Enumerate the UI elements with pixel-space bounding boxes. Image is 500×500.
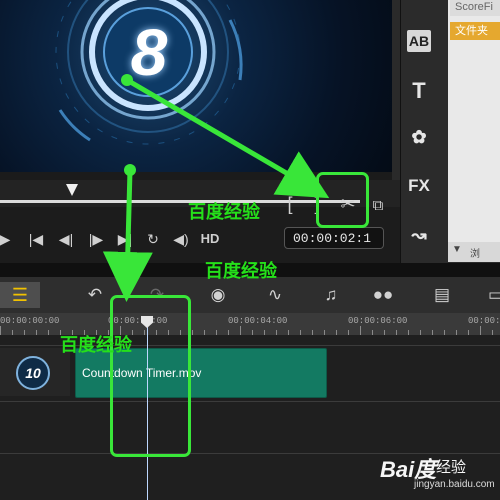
ruler-tick — [468, 330, 469, 335]
ruler-tick — [0, 326, 1, 335]
ruler-tick — [108, 330, 109, 335]
brand-url: jingyan.baidu.com — [414, 479, 495, 490]
ruler-tick — [60, 330, 61, 335]
arrow-to-cut — [125, 77, 330, 199]
ruler-tick — [300, 330, 301, 335]
highlight-box-cut — [316, 172, 369, 228]
ruler-tick — [396, 330, 397, 335]
ruler-tick — [240, 326, 241, 335]
ruler-tick — [264, 330, 265, 335]
ruler-tick — [96, 330, 97, 335]
ruler-tick — [132, 330, 133, 335]
ruler-tick — [288, 330, 289, 335]
watermark: 百度经验 — [205, 261, 277, 282]
ruler-tick — [444, 330, 445, 335]
ruler-tick — [180, 330, 181, 335]
ruler-tick — [492, 330, 493, 335]
arrow-origin-dot — [121, 74, 133, 86]
ruler-tick — [168, 330, 169, 335]
highlight-box-playhead — [110, 295, 191, 457]
ruler-tick — [120, 326, 121, 335]
ruler-tick — [324, 330, 325, 335]
brand-text: 经验 — [436, 459, 467, 476]
ruler-tick — [480, 326, 481, 335]
ruler-tick — [336, 330, 337, 335]
ruler-tick — [36, 330, 37, 335]
ruler-tick — [192, 330, 193, 335]
ruler-tick — [156, 330, 157, 335]
ruler-tick — [432, 330, 433, 335]
arrow-origin-dot — [124, 164, 136, 176]
ruler-tick — [348, 330, 349, 335]
ruler-tick — [24, 330, 25, 335]
watermark: 百度经验 — [188, 202, 260, 223]
ruler-tick — [276, 330, 277, 335]
ruler-tick — [144, 330, 145, 335]
ruler-tick — [72, 330, 73, 335]
ruler-tick — [420, 330, 421, 335]
ruler-tick — [84, 330, 85, 335]
ruler-tick — [312, 330, 313, 335]
ruler-tick — [12, 330, 13, 335]
ruler-tick — [252, 330, 253, 335]
ruler-tick — [408, 330, 409, 335]
ruler-tick — [216, 330, 217, 335]
ruler-tick — [48, 330, 49, 335]
ruler-tick — [228, 330, 229, 335]
ruler-tick — [384, 330, 385, 335]
ruler-tick — [204, 330, 205, 335]
arrow-to-playhead — [102, 169, 153, 302]
ruler-tick — [360, 326, 361, 335]
annotation-arrows — [102, 74, 330, 302]
ruler-tick — [372, 330, 373, 335]
ruler-tick — [456, 330, 457, 335]
